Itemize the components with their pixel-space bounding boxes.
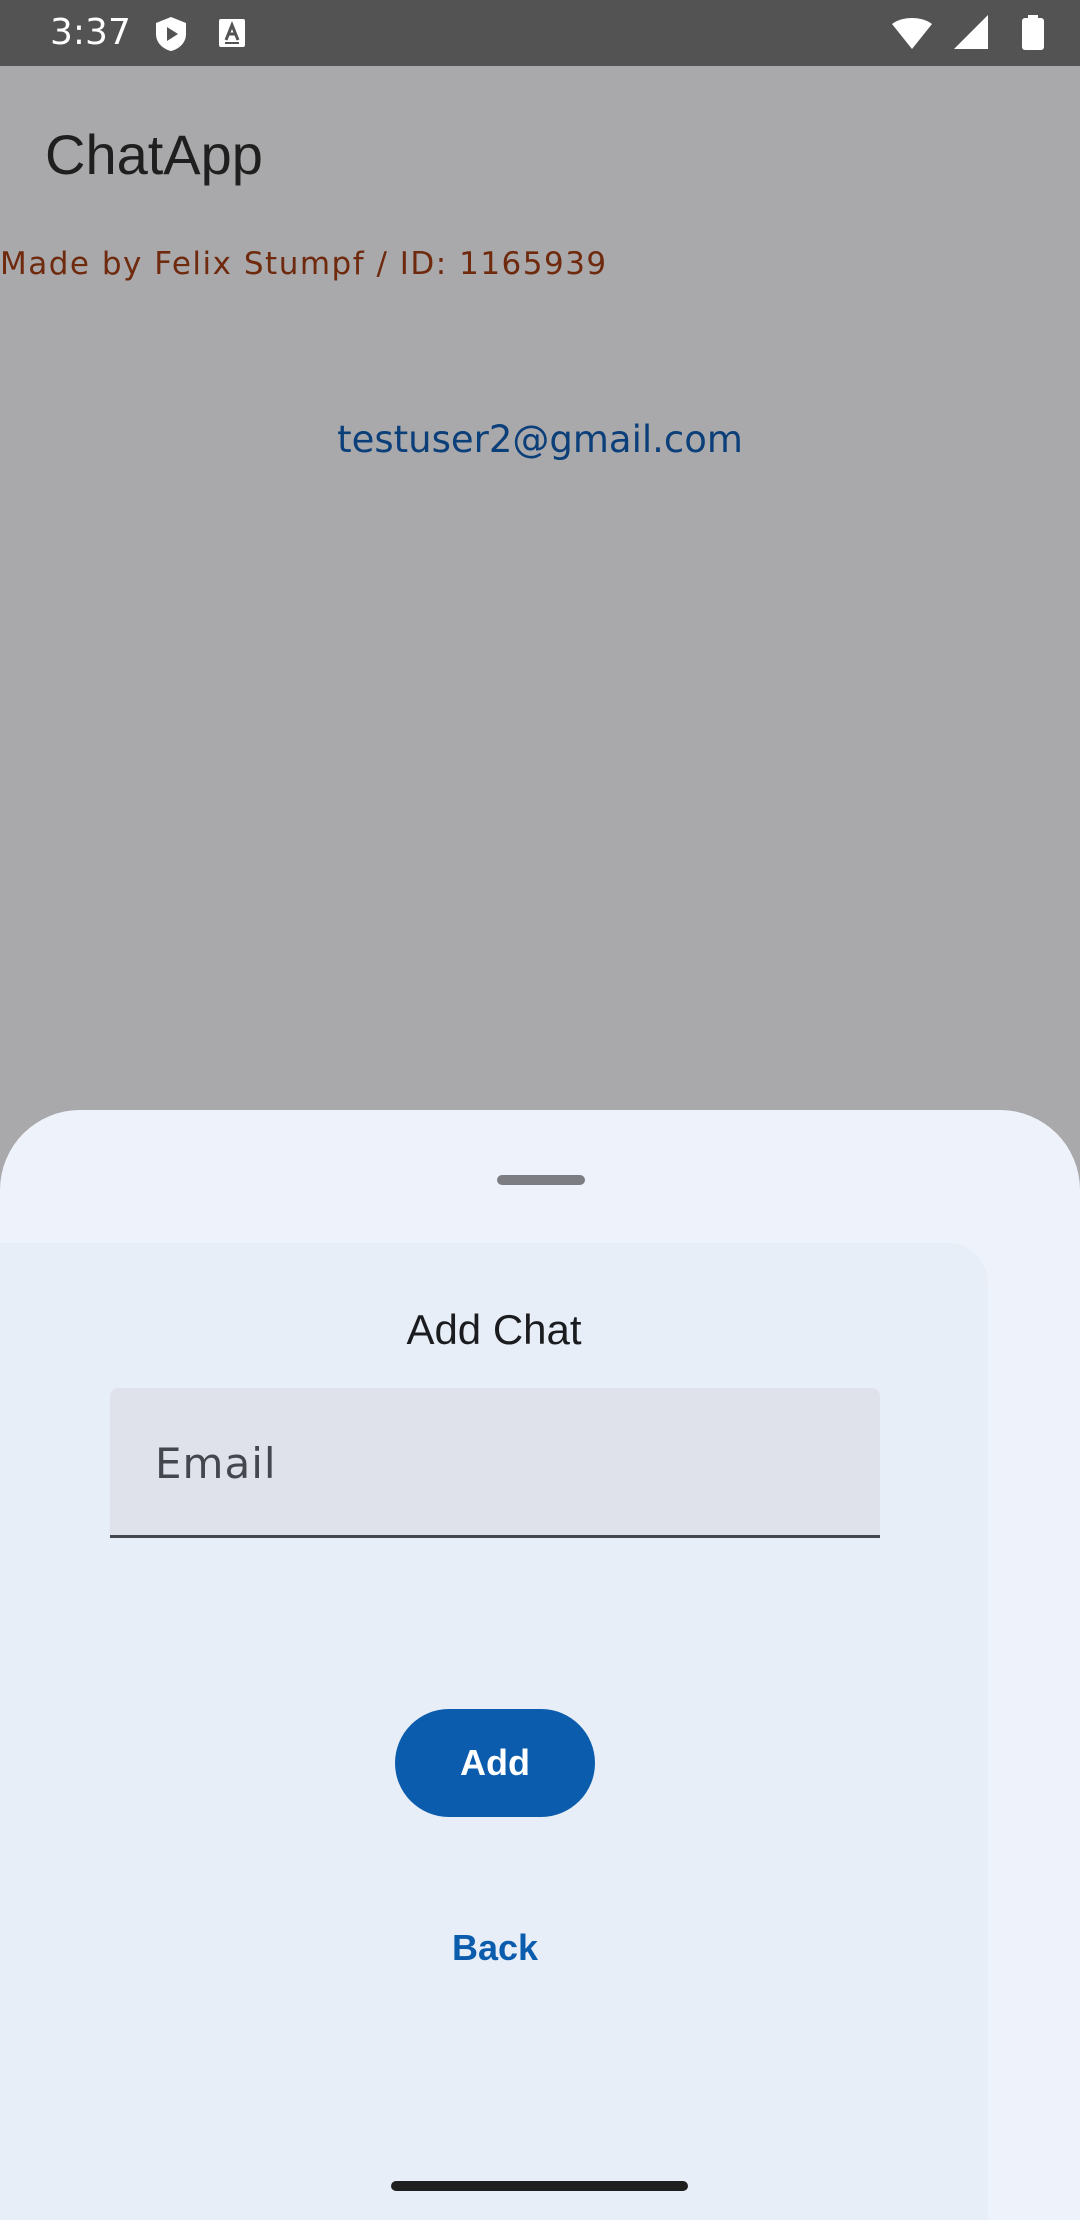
- battery-icon: [1022, 15, 1044, 50]
- drag-handle[interactable]: [497, 1175, 585, 1185]
- status-icons-right: [890, 14, 1050, 52]
- add-chat-dialog: Add Chat Email Add Back: [0, 1243, 988, 2220]
- email-placeholder: Email: [155, 1439, 277, 1488]
- keyboard-a-icon: [218, 18, 246, 52]
- email-field[interactable]: Email: [110, 1388, 880, 1538]
- app-title: ChatApp: [45, 123, 263, 186]
- user-email-label: testuser2@gmail.com: [337, 418, 743, 461]
- made-by-label: Made by Felix Stumpf / ID: 1165939: [0, 246, 608, 282]
- status-time: 3:37: [50, 12, 131, 53]
- status-bar: 3:37: [0, 0, 1080, 66]
- bottom-sheet: Add Chat Email Add Back: [0, 1110, 1080, 2220]
- wifi-icon: [892, 18, 932, 49]
- add-button[interactable]: Add: [395, 1709, 595, 1817]
- dialog-title: Add Chat: [406, 1306, 582, 1353]
- signal-icon: [954, 15, 988, 49]
- home-indicator[interactable]: [391, 2181, 688, 2191]
- back-button[interactable]: Back: [395, 1908, 595, 1988]
- play-protect-icon: [154, 16, 188, 56]
